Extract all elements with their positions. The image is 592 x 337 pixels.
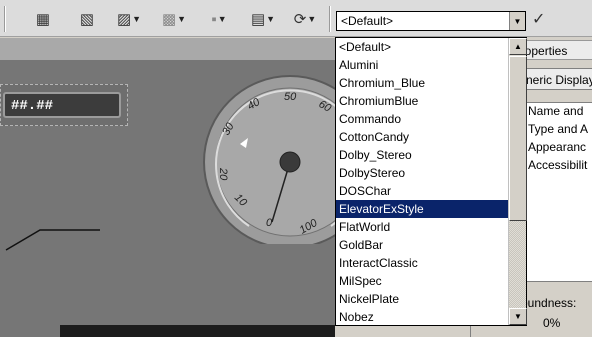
rotate-icon[interactable]: ⟳ ▼ xyxy=(286,7,324,31)
numeric-readout[interactable]: ##.## xyxy=(0,84,128,126)
toolbar-separator xyxy=(4,6,6,32)
list-item[interactable]: Name and xyxy=(522,103,592,121)
dropdown-option[interactable]: ChromiumBlue xyxy=(336,92,508,110)
dropdown-scrollbar[interactable]: ▲ ▼ xyxy=(508,38,527,325)
dropdown-items: <Default> Alumini Chromium_Blue ChromiumBlu… xyxy=(336,38,508,326)
gauge-hub xyxy=(279,151,301,173)
list-item[interactable]: Appearanc xyxy=(522,139,592,157)
space-evenly-icon[interactable]: ▤ ▼ xyxy=(244,7,282,31)
dropdown-option[interactable]: Commando xyxy=(336,110,508,128)
dropdown-option[interactable]: InteractClassic xyxy=(336,254,508,272)
scrollbar-thumb[interactable] xyxy=(509,56,527,221)
dropdown-option[interactable]: Chromium_Blue xyxy=(336,74,508,92)
bottom-bar xyxy=(60,325,335,337)
align-icon[interactable]: ▦ xyxy=(30,7,56,31)
dropdown-option[interactable]: FlatWorld xyxy=(336,218,508,236)
distribute-horizontal-icon[interactable]: ▩ ▼ xyxy=(155,7,193,31)
dropdown-option[interactable]: DOSChar xyxy=(336,182,508,200)
style-select[interactable]: <Default> ▼ xyxy=(336,11,526,31)
dropdown-option[interactable]: MilSpec xyxy=(336,272,508,290)
gauge-widget[interactable]: 0 10 20 30 40 50 60 100 xyxy=(194,74,354,244)
toolbar: ▦ ▧ ▨ ▼ ▩ ▼ ▪ ▼ ▤ ▼ ⟳ ▼ <Default> ▼ ✓ xyxy=(0,0,592,37)
gauge-tick-label: 0 xyxy=(266,217,273,229)
gauge-tick-label: 20 xyxy=(217,167,229,181)
trend-line xyxy=(5,229,100,251)
dropdown-option[interactable]: CottonCandy xyxy=(336,128,508,146)
property-category-list: Name and Type and A Appearanc Accessibil… xyxy=(521,102,592,282)
distribute-vertical-icon[interactable]: ▪ ▼ xyxy=(200,7,238,31)
scrollbar-track[interactable] xyxy=(509,221,526,308)
list-item[interactable]: Type and A xyxy=(522,121,592,139)
dropdown-option[interactable]: ElevatorExStyle xyxy=(336,200,508,218)
gauge-tick-label: 50 xyxy=(284,91,297,103)
arrange-icon[interactable]: ▨ ▼ xyxy=(110,7,148,31)
style-select-value: <Default> xyxy=(341,14,394,28)
dropdown-option[interactable]: GoldBar xyxy=(336,236,508,254)
dropdown-option[interactable]: NickelPlate xyxy=(336,290,508,308)
roundness-label: oundness: xyxy=(521,296,577,310)
scroll-down-icon[interactable]: ▼ xyxy=(509,308,527,325)
list-item[interactable]: Accessibilit xyxy=(522,157,592,175)
dropdown-option[interactable]: Nobez xyxy=(336,308,508,326)
dropdown-option[interactable]: <Default> xyxy=(336,38,508,56)
scroll-up-icon[interactable]: ▲ xyxy=(509,38,527,55)
chevron-down-icon[interactable]: ▼ xyxy=(509,12,525,30)
dropdown-option[interactable]: Dolby_Stereo xyxy=(336,146,508,164)
roundness-value[interactable]: 0% xyxy=(543,316,560,330)
readout-display: ##.## xyxy=(3,92,121,118)
eyedropper-icon[interactable]: ✓ xyxy=(532,9,545,29)
style-dropdown-list[interactable]: <Default> Alumini Chromium_Blue ChromiumBlu… xyxy=(335,37,527,326)
dropdown-option[interactable]: DolbyStereo xyxy=(336,164,508,182)
readout-value: ##.## xyxy=(11,98,54,114)
fill-color-icon[interactable]: ▧ xyxy=(74,7,100,31)
dropdown-option[interactable]: Alumini xyxy=(336,56,508,74)
canvas-header xyxy=(0,38,335,60)
toolbar-separator xyxy=(329,6,331,32)
